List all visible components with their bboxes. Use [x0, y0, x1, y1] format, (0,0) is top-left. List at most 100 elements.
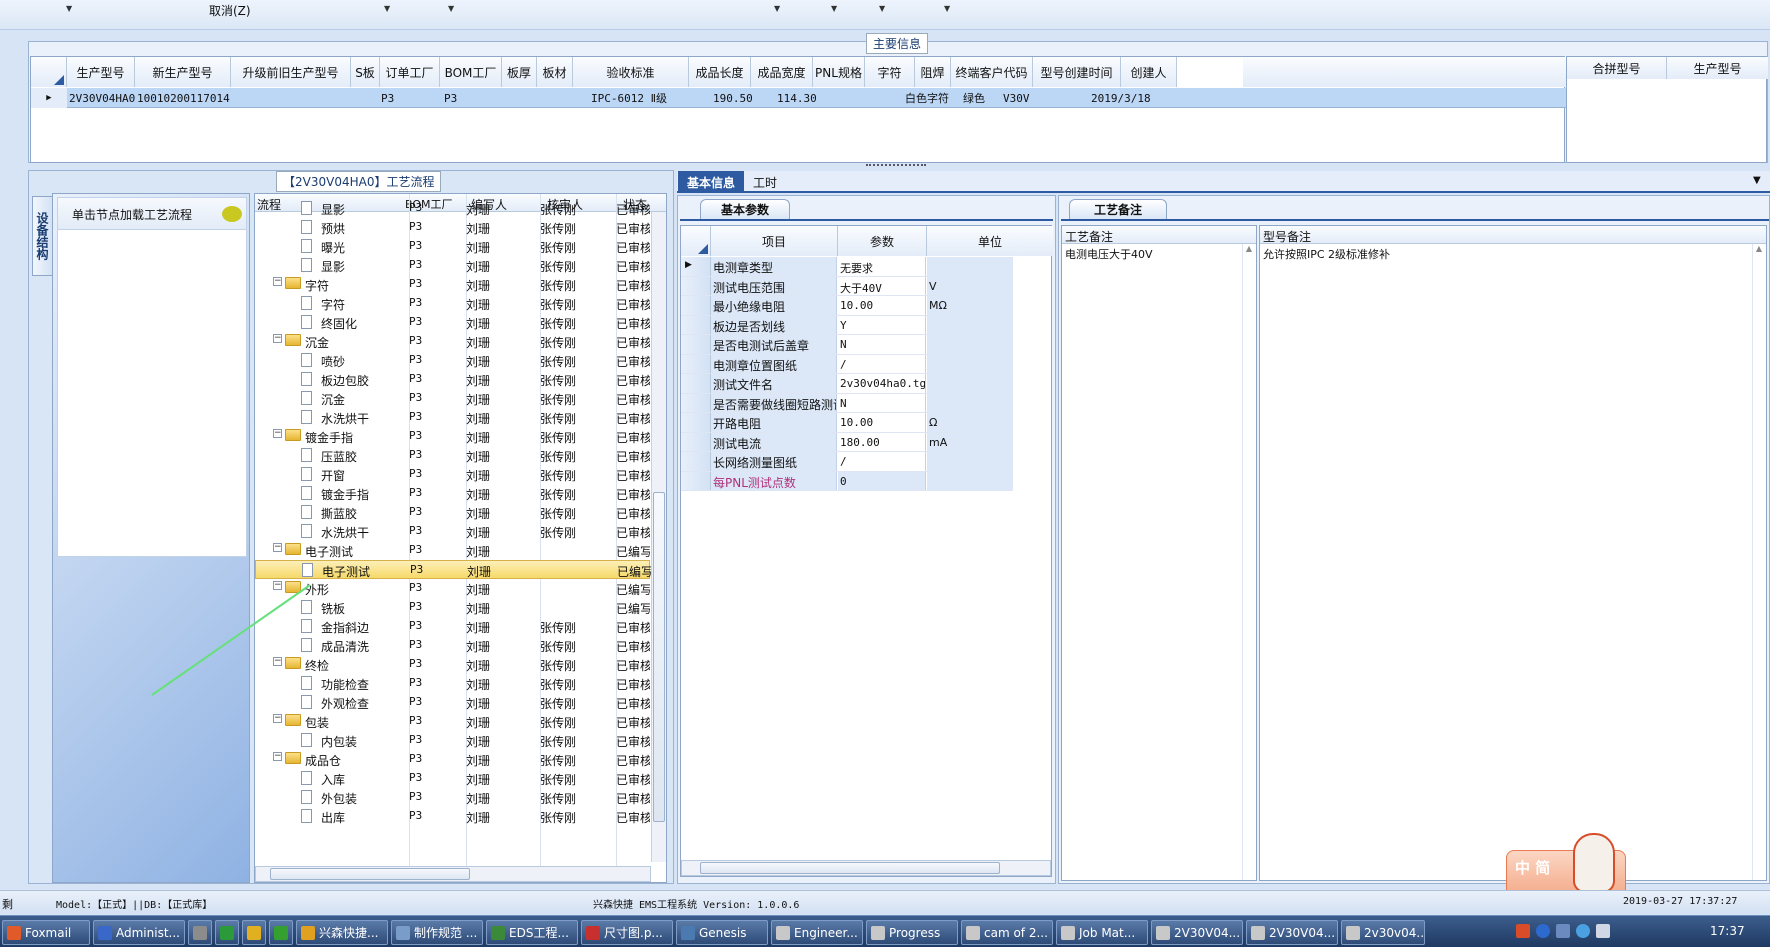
cell-new-prod-no[interactable]: 10010200117014 [135, 88, 231, 108]
param-value[interactable]: 10.00 [838, 413, 926, 432]
table-row[interactable]: ▶ 2V30V04HA0 10010200117014 P3 P3 IPC-60… [31, 88, 1566, 108]
tree-row[interactable]: 预烘 P3 刘珊 张传刚 已审核 [255, 218, 650, 237]
row-selector[interactable] [681, 393, 711, 412]
tree-row[interactable]: 沉金 P3 刘珊 张传刚 已审核 [255, 389, 650, 408]
param-row[interactable]: ▶ 电测章类型 无要求 [681, 257, 1013, 277]
tree-row[interactable]: 水洗烘干 P3 刘珊 张传刚 已审核 [255, 522, 650, 541]
cell-length[interactable]: 190.50 [711, 88, 767, 108]
row-selector[interactable] [681, 335, 711, 354]
tree-row[interactable]: 镀金手指 P3 刘珊 张传刚 已审核 [255, 484, 650, 503]
flow-hscroll[interactable] [255, 866, 651, 882]
row-selector[interactable] [681, 374, 711, 393]
tree-row[interactable]: 显影 P3 刘珊 张传刚 已审核 [255, 256, 650, 275]
col-length[interactable]: 成品长度 [689, 57, 751, 87]
col-old-prod-no[interactable]: 升级前旧生产型号 [231, 57, 351, 87]
model-note-text[interactable]: 允许按照IPC 2级标准修补 [1263, 246, 1743, 262]
chevron-down-icon[interactable]: ▼ [879, 4, 885, 13]
params-hscroll[interactable] [681, 860, 1051, 876]
taskbar-item[interactable]: Administ... [93, 920, 185, 945]
param-value[interactable]: N [838, 393, 926, 412]
col-bom-factory[interactable]: BOM工厂 [440, 57, 502, 87]
taskbar-item[interactable]: 兴森快捷... [296, 920, 388, 945]
tree-row[interactable]: − 字符 P3 刘珊 张传刚 已审核 [255, 275, 650, 294]
tab-basic-info[interactable]: 基本信息 [678, 171, 744, 193]
cancel-menu[interactable]: 取消(Z) [209, 2, 251, 19]
chevron-down-icon[interactable]: ▼ [384, 4, 390, 13]
col-solder-mask[interactable]: 阻焊 [915, 57, 951, 87]
tree-row[interactable]: 出库 P3 刘珊 张传刚 已审核 [255, 807, 650, 826]
row-selector[interactable] [681, 354, 711, 373]
tab-dropdown-icon[interactable]: ▼ [1753, 175, 1761, 186]
param-row[interactable]: 是否电测试后盖章 N [681, 335, 1013, 355]
flow-vscroll[interactable] [651, 212, 666, 862]
taskbar-item[interactable]: Progress [866, 920, 958, 945]
param-row[interactable]: 测试电流 180.00 mA [681, 432, 1013, 452]
row-selector[interactable] [681, 276, 711, 295]
param-row[interactable]: 开路电阻 10.00 Ω [681, 413, 1013, 433]
tree-row[interactable]: 字符 P3 刘珊 张传刚 已审核 [255, 294, 650, 313]
param-value[interactable]: 2v30v04ha0.tgz [838, 374, 926, 393]
param-value[interactable]: 大于40V [838, 276, 926, 295]
col-material[interactable]: 板材 [537, 57, 573, 87]
collapse-icon[interactable]: − [273, 277, 282, 286]
collapse-icon[interactable]: − [273, 714, 282, 723]
col-char[interactable]: 字符 [865, 57, 915, 87]
tree-row[interactable]: 板边包胶 P3 刘珊 张传刚 已审核 [255, 370, 650, 389]
tree-row[interactable]: − 沉金 P3 刘珊 张传刚 已审核 [255, 332, 650, 351]
col-s-board[interactable]: S板 [351, 57, 380, 87]
tree-row[interactable]: 入库 P3 刘珊 张传刚 已审核 [255, 769, 650, 788]
param-row[interactable]: 最小绝缘电阻 10.00 MΩ [681, 296, 1013, 316]
row-selector[interactable] [681, 452, 711, 471]
taskbar-item[interactable]: EDS工程... [486, 920, 578, 945]
param-value[interactable]: 无要求 [838, 257, 926, 276]
param-row[interactable]: 是否需要做线圈短路测试 N [681, 393, 1013, 413]
param-row[interactable]: 板边是否划线 Y [681, 315, 1013, 335]
param-row[interactable]: 测试电压范围 大于40V V [681, 276, 1013, 296]
tree-row[interactable]: 撕蓝胶 P3 刘珊 张传刚 已审核 [255, 503, 650, 522]
merge-prod-header[interactable]: 生产型号 [1667, 57, 1768, 79]
col-thickness[interactable]: 板厚 [502, 57, 537, 87]
chevron-down-icon[interactable]: ▼ [66, 4, 72, 13]
cell-order-factory[interactable]: P3 [378, 88, 426, 108]
chevron-down-icon[interactable]: ▼ [774, 4, 780, 13]
network-icon[interactable] [1576, 924, 1590, 938]
cell-solder-mask[interactable]: 绿色 [961, 88, 1001, 108]
tab-operations[interactable]: 工时 [753, 174, 777, 191]
comment-icon[interactable] [222, 206, 242, 222]
cell-customer-code[interactable]: V30V [1001, 88, 1051, 108]
cell-standard[interactable]: IPC-6012 Ⅱ级 [589, 88, 709, 108]
row-selector[interactable] [681, 315, 711, 334]
param-row[interactable]: 每PNL测试点数 0 [681, 471, 1013, 491]
collapse-icon[interactable]: − [273, 334, 282, 343]
chevron-down-icon[interactable]: ▼ [448, 4, 454, 13]
collapse-icon[interactable]: − [273, 543, 282, 552]
col-width[interactable]: 成品宽度 [751, 57, 813, 87]
param-value[interactable]: N [838, 335, 926, 354]
tree-row[interactable]: 显影 P3 刘珊 张传刚 已审核 [255, 199, 650, 218]
params-col-item[interactable]: 项目 [711, 226, 838, 256]
param-value[interactable]: / [838, 452, 926, 471]
col-standard[interactable]: 验收标准 [573, 57, 689, 87]
keyboard-icon[interactable] [1556, 924, 1570, 938]
taskbar-item[interactable] [269, 920, 293, 945]
col-order-factory[interactable]: 订单工厂 [380, 57, 440, 87]
col-pnl-spec[interactable]: PNL规格 [813, 57, 865, 87]
taskbar-item[interactable]: Engineer... [771, 920, 863, 945]
param-value[interactable]: 0 [838, 471, 926, 490]
taskbar-item[interactable]: Job Mat... [1056, 920, 1148, 945]
col-created[interactable]: 型号创建时间 [1033, 57, 1121, 87]
taskbar-item[interactable]: 2V30V04... [1246, 920, 1338, 945]
param-row[interactable]: 电测章位置图纸 / [681, 354, 1013, 374]
params-col-unit[interactable]: 单位 [927, 226, 1053, 256]
col-creator[interactable]: 创建人 [1121, 57, 1177, 87]
tab-equipment-structure[interactable]: 设备结构 [32, 196, 52, 276]
collapse-icon[interactable]: − [273, 429, 282, 438]
load-hint-bar[interactable]: 单击节点加载工艺流程 [58, 198, 246, 230]
merge-model-header[interactable]: 合拼型号 [1567, 57, 1667, 79]
tab-process-notes[interactable]: 工艺备注 [1069, 199, 1167, 219]
col-new-prod-no[interactable]: 新生产型号 [135, 57, 231, 87]
process-note-text[interactable]: 电测电压大于40V [1065, 246, 1235, 262]
taskbar-item[interactable] [215, 920, 239, 945]
params-hscroll-thumb[interactable] [700, 862, 1000, 874]
tree-row[interactable]: − 电子测试 P3 刘珊 已编写 [255, 541, 650, 560]
